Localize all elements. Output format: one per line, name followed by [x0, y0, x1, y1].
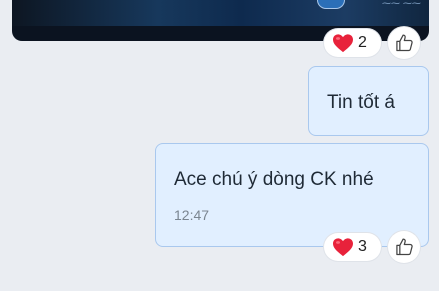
- reaction-badge[interactable]: 3: [324, 233, 381, 261]
- like-button[interactable]: [388, 27, 420, 59]
- thumbs-up-icon: [396, 34, 413, 52]
- message-bubble[interactable]: Ace chú ý dòng CK nhé 12:47: [155, 143, 429, 247]
- heart-icon: [333, 34, 353, 53]
- reaction-badge[interactable]: 2: [324, 29, 381, 57]
- reaction-count: 2: [358, 34, 367, 51]
- heart-icon: [333, 238, 353, 257]
- message-text: Tin tốt á: [327, 92, 395, 113]
- image-content: [12, 0, 429, 26]
- message-bubble[interactable]: Tin tốt á: [308, 66, 429, 136]
- message-timestamp: 12:47: [174, 207, 210, 223]
- thumbs-up-icon: [396, 238, 413, 256]
- image-decoration: ⁓⁓ ⁓⁓: [382, 0, 421, 9]
- message-text: Ace chú ý dòng CK nhé: [174, 169, 374, 190]
- like-button[interactable]: [388, 231, 420, 263]
- reaction-count: 3: [358, 238, 367, 255]
